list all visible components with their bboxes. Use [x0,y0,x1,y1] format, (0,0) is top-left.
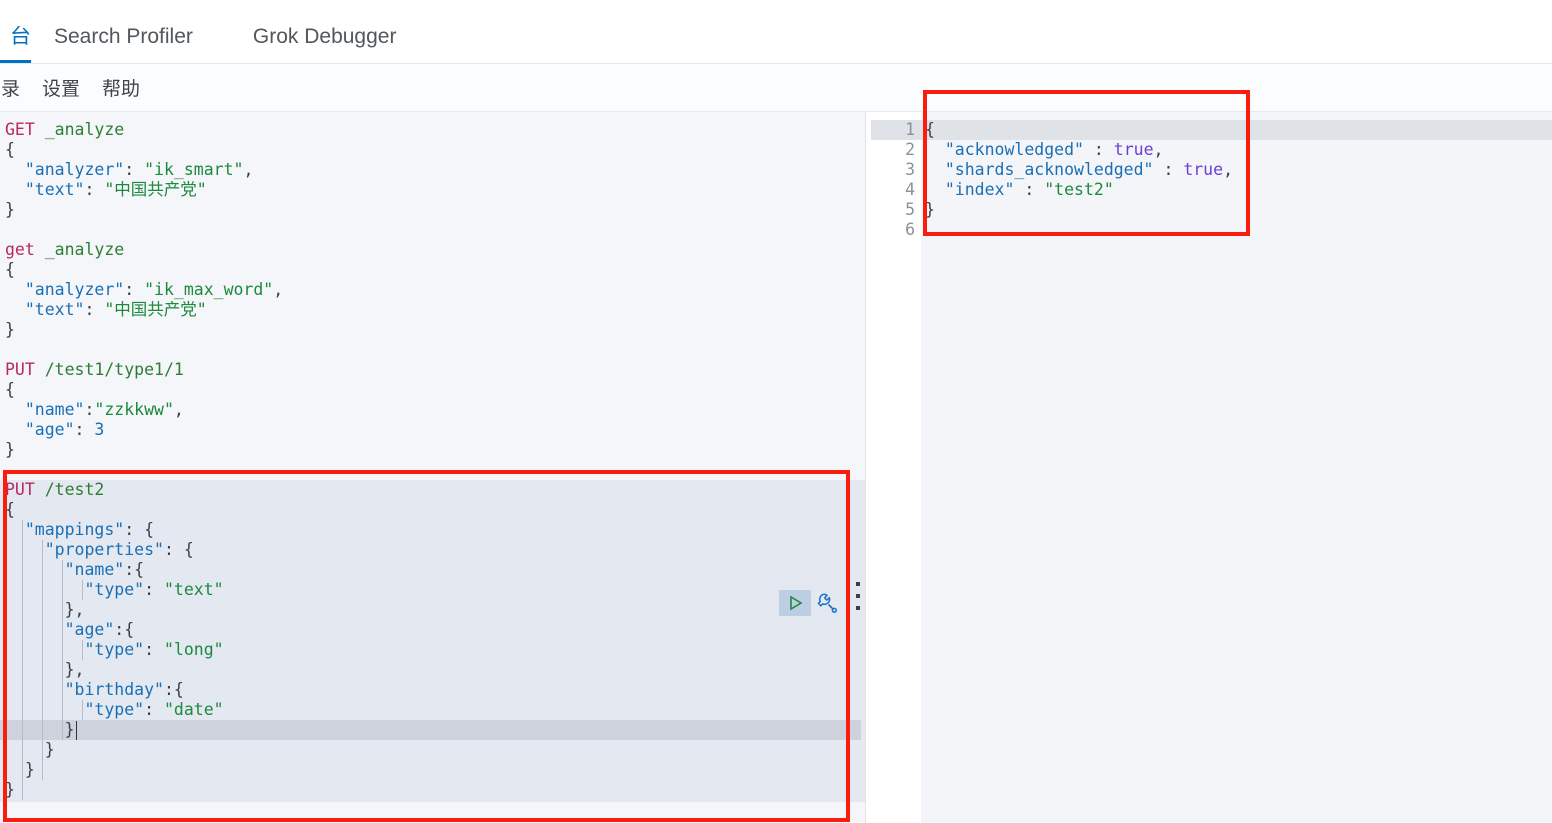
menu-item-help[interactable]: 帮助 [102,74,140,101]
handle-dot [856,594,860,598]
http-method: GET [5,120,35,139]
response-body[interactable]: { "acknowledged" : true, "shards_acknowl… [921,112,1552,823]
line-number: 1 ▾ [871,120,932,140]
editor-right-border [865,112,866,823]
console-menu-bar: 录 设置 帮助 [0,64,1552,112]
http-method: PUT [5,360,35,379]
request-block-get-analyze-ik-smart[interactable]: GET _analyze { "analyzer": "ik_smart", "… [0,120,866,220]
request-url: _analyze [44,120,125,139]
send-request-button[interactable] [779,590,811,616]
line-number: 4 [905,180,915,199]
request-url: /test2 [44,480,105,499]
line-number: 6 [905,220,915,239]
line-number: 3 [905,160,915,179]
request-editor[interactable]: GET _analyze { "analyzer": "ik_smart", "… [0,112,866,823]
wrench-icon[interactable] [815,591,839,620]
request-url: /test1/type1/1 [44,360,184,379]
line-number: 2 [905,140,915,159]
active-tab-underline [0,60,31,63]
handle-dot [856,606,860,610]
line-number: 5 ▴ [871,200,932,220]
response-viewer[interactable]: 1 ▾ 2 3 4 5 ▴ 6 { "acknowledged" : true,… [871,112,1552,823]
handle-dot [856,582,860,586]
request-block-put-test1[interactable]: PUT /test1/type1/1 { "name":"zzkkww", "a… [0,360,866,460]
http-method: PUT [5,480,35,499]
response-line-number-gutter: 1 ▾ 2 3 4 5 ▴ 6 [871,112,932,823]
pane-resize-handle[interactable] [856,582,862,622]
console-workspace: GET _analyze { "analyzer": "ik_smart", "… [0,90,1552,823]
menu-item-settings[interactable]: 设置 [42,74,80,101]
request-block-put-test2[interactable]: PUT /test2 { "mappings": { "properties":… [0,480,866,802]
request-url: _analyze [44,240,125,259]
http-method: get [5,240,35,259]
top-navigation-bar: 台 Search Profiler Grok Debugger [0,0,1552,64]
menu-item-history[interactable]: 录 [0,74,20,101]
tab-strip: 台 Search Profiler Grok Debugger [0,0,1552,63]
tab-console[interactable]: 台 [0,26,31,63]
tab-search-profiler[interactable]: Search Profiler [54,26,211,63]
value-shards-acknowledged: true [1183,160,1224,179]
value-index: test2 [1054,180,1104,199]
request-actions [779,590,849,616]
tab-grok-debugger[interactable]: Grok Debugger [253,26,415,63]
value-acknowledged: true [1113,140,1154,159]
request-block-get-analyze-ik-max-word[interactable]: get _analyze { "analyzer": "ik_max_word"… [0,240,866,340]
